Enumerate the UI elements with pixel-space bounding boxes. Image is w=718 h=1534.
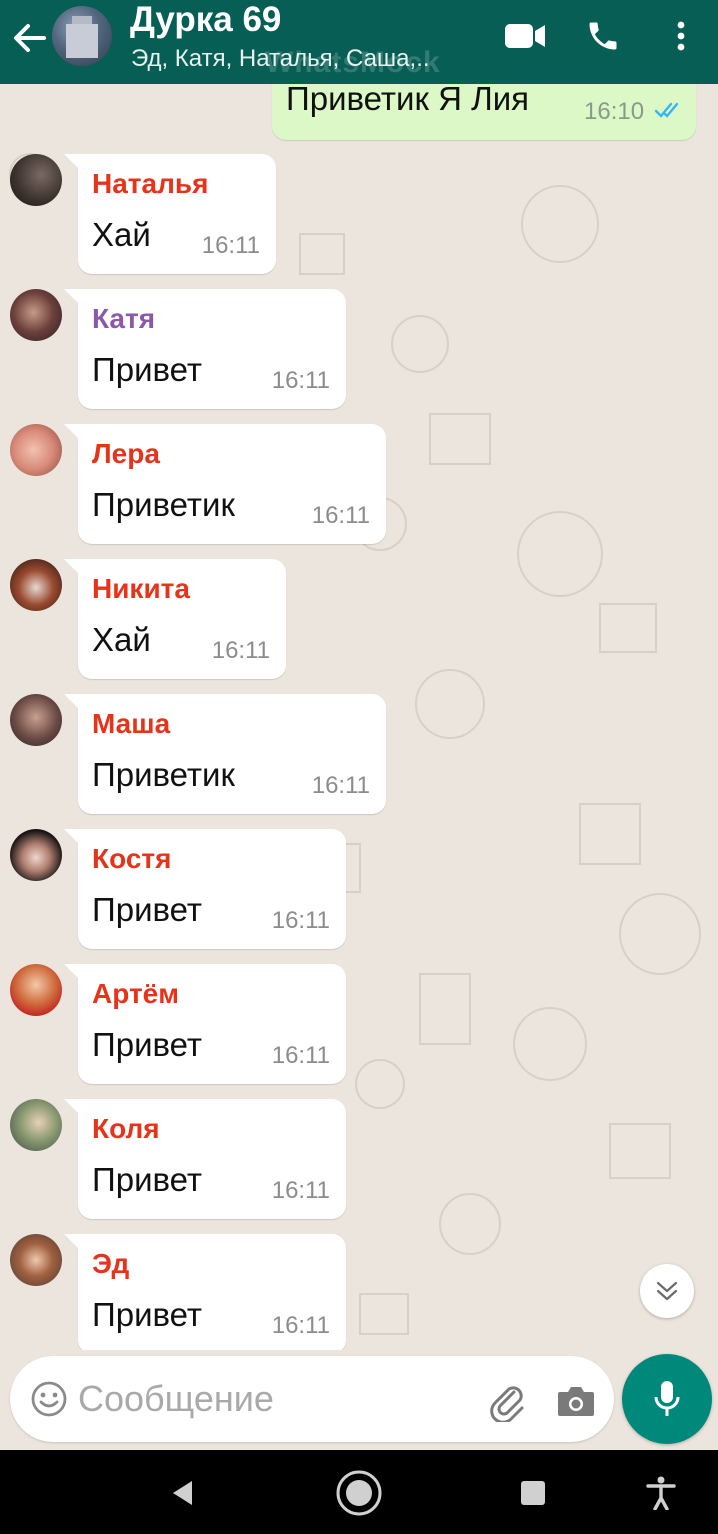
system-nav-bar bbox=[0, 1450, 718, 1534]
avatar[interactable] bbox=[10, 964, 62, 1016]
message-bubble[interactable]: Лера Приветик 16:11 bbox=[64, 424, 386, 544]
message-time: 16:11 bbox=[271, 1042, 330, 1069]
menu-button[interactable] bbox=[656, 14, 706, 58]
message-time: 16:11 bbox=[271, 1177, 330, 1204]
message-bubble[interactable]: Никита Хай 16:11 bbox=[64, 559, 286, 679]
voice-call-button[interactable] bbox=[578, 14, 628, 58]
sender-name: Наталья bbox=[92, 168, 209, 199]
avatar[interactable] bbox=[10, 1099, 62, 1151]
message-bubble[interactable]: Коля Привет 16:11 bbox=[64, 1099, 346, 1219]
list-item[interactable]: Наталья Хай 16:11 bbox=[0, 154, 718, 284]
accessibility-icon bbox=[646, 1476, 676, 1510]
message-bubble[interactable]: Наталья Хай 16:11 bbox=[64, 154, 276, 274]
list-item[interactable]: Коля Привет 16:11 bbox=[0, 1099, 718, 1229]
outgoing-message[interactable]: Приветик Я Лия 16:10 bbox=[272, 84, 696, 140]
avatar[interactable] bbox=[10, 829, 62, 881]
video-call-icon bbox=[505, 24, 545, 48]
sender-name: Маша bbox=[92, 708, 171, 739]
nav-home-button[interactable] bbox=[334, 1468, 384, 1518]
nav-back-button[interactable] bbox=[158, 1468, 208, 1518]
sender-name: Лера bbox=[92, 438, 160, 469]
avatar[interactable] bbox=[10, 154, 62, 206]
phone-icon bbox=[589, 22, 617, 50]
sender-name: Коля bbox=[92, 1113, 160, 1144]
chat-title[interactable]: Дурка 69 bbox=[130, 0, 281, 40]
message-text: Привет bbox=[92, 1296, 203, 1333]
list-item[interactable]: Катя Привет 16:11 bbox=[0, 289, 718, 419]
emoji-icon[interactable] bbox=[30, 1380, 68, 1418]
sender-name: Артём bbox=[92, 978, 179, 1009]
message-text: Хай bbox=[92, 621, 151, 658]
paperclip-icon[interactable] bbox=[484, 1378, 528, 1422]
message-time: 16:11 bbox=[201, 232, 260, 259]
message-time: 16:11 bbox=[211, 637, 270, 664]
message-time: 16:11 bbox=[271, 1312, 330, 1339]
composer bbox=[10, 1356, 614, 1442]
message-text: Привет bbox=[92, 891, 203, 928]
avatar[interactable] bbox=[10, 424, 62, 476]
list-item[interactable]: Лера Приветик 16:11 bbox=[0, 424, 718, 554]
arrow-left-icon bbox=[14, 24, 46, 52]
nav-recents-button[interactable] bbox=[508, 1468, 558, 1518]
chat-header: Дурка 69 Эд, Катя, Наталья, Саша,.. What… bbox=[0, 0, 718, 84]
group-avatar[interactable] bbox=[52, 6, 112, 66]
avatar[interactable] bbox=[10, 289, 62, 341]
sender-name: Эд bbox=[92, 1248, 130, 1279]
avatar[interactable] bbox=[10, 1234, 62, 1286]
message-bubble[interactable]: Артём Привет 16:11 bbox=[64, 964, 346, 1084]
scroll-to-bottom-button[interactable] bbox=[640, 1264, 694, 1318]
home-circle-icon bbox=[336, 1470, 382, 1516]
list-item[interactable]: Никита Хай 16:11 bbox=[0, 559, 718, 689]
message-bubble[interactable]: Эд Привет 16:11 bbox=[64, 1234, 346, 1350]
message-time: 16:10 bbox=[584, 98, 645, 125]
message-time: 16:11 bbox=[311, 772, 370, 799]
message-input[interactable] bbox=[78, 1374, 458, 1424]
voice-record-button[interactable] bbox=[622, 1354, 712, 1444]
list-item[interactable]: Артём Привет 16:11 bbox=[0, 964, 718, 1094]
message-text: Приветик bbox=[92, 486, 235, 523]
double-check-icon bbox=[654, 102, 679, 118]
message-bubble[interactable]: Катя Привет 16:11 bbox=[64, 289, 346, 409]
message-bubble[interactable]: Маша Приветик 16:11 bbox=[64, 694, 386, 814]
square-recents-icon bbox=[521, 1481, 545, 1505]
message-time: 16:11 bbox=[271, 367, 330, 394]
watermark-text: WhatsMock bbox=[265, 46, 441, 79]
avatar[interactable] bbox=[10, 559, 62, 611]
message-text: Привет bbox=[92, 1026, 203, 1063]
message-text: Привет bbox=[92, 351, 203, 388]
message-text: Приветик bbox=[92, 756, 235, 793]
message-list[interactable]: Приветик Я Лия 16:10 Наталья Хай 16:11 К… bbox=[0, 84, 718, 1350]
double-chevron-down-icon bbox=[656, 1281, 678, 1301]
back-button[interactable] bbox=[10, 20, 50, 56]
microphone-icon bbox=[654, 1381, 680, 1416]
message-text: Привет bbox=[92, 1161, 203, 1198]
triangle-back-icon bbox=[173, 1481, 192, 1505]
accessibility-button[interactable] bbox=[636, 1468, 686, 1518]
avatar[interactable] bbox=[10, 694, 62, 746]
message-text: Хай bbox=[92, 216, 151, 253]
video-call-button[interactable] bbox=[500, 14, 550, 58]
camera-icon[interactable] bbox=[554, 1378, 598, 1422]
more-vert-icon bbox=[677, 21, 685, 51]
sender-name: Никита bbox=[92, 573, 190, 604]
list-item[interactable]: Эд Привет 16:11 bbox=[0, 1234, 718, 1350]
message-time: 16:11 bbox=[271, 907, 330, 934]
sender-name: Катя bbox=[92, 303, 156, 334]
list-item[interactable]: Костя Привет 16:11 bbox=[0, 829, 718, 959]
list-item[interactable]: Маша Приветик 16:11 bbox=[0, 694, 718, 824]
message-bubble[interactable]: Костя Привет 16:11 bbox=[64, 829, 346, 949]
message-time: 16:11 bbox=[311, 502, 370, 529]
sender-name: Костя bbox=[92, 843, 172, 874]
message-text: Приветик Я Лия bbox=[286, 84, 530, 117]
